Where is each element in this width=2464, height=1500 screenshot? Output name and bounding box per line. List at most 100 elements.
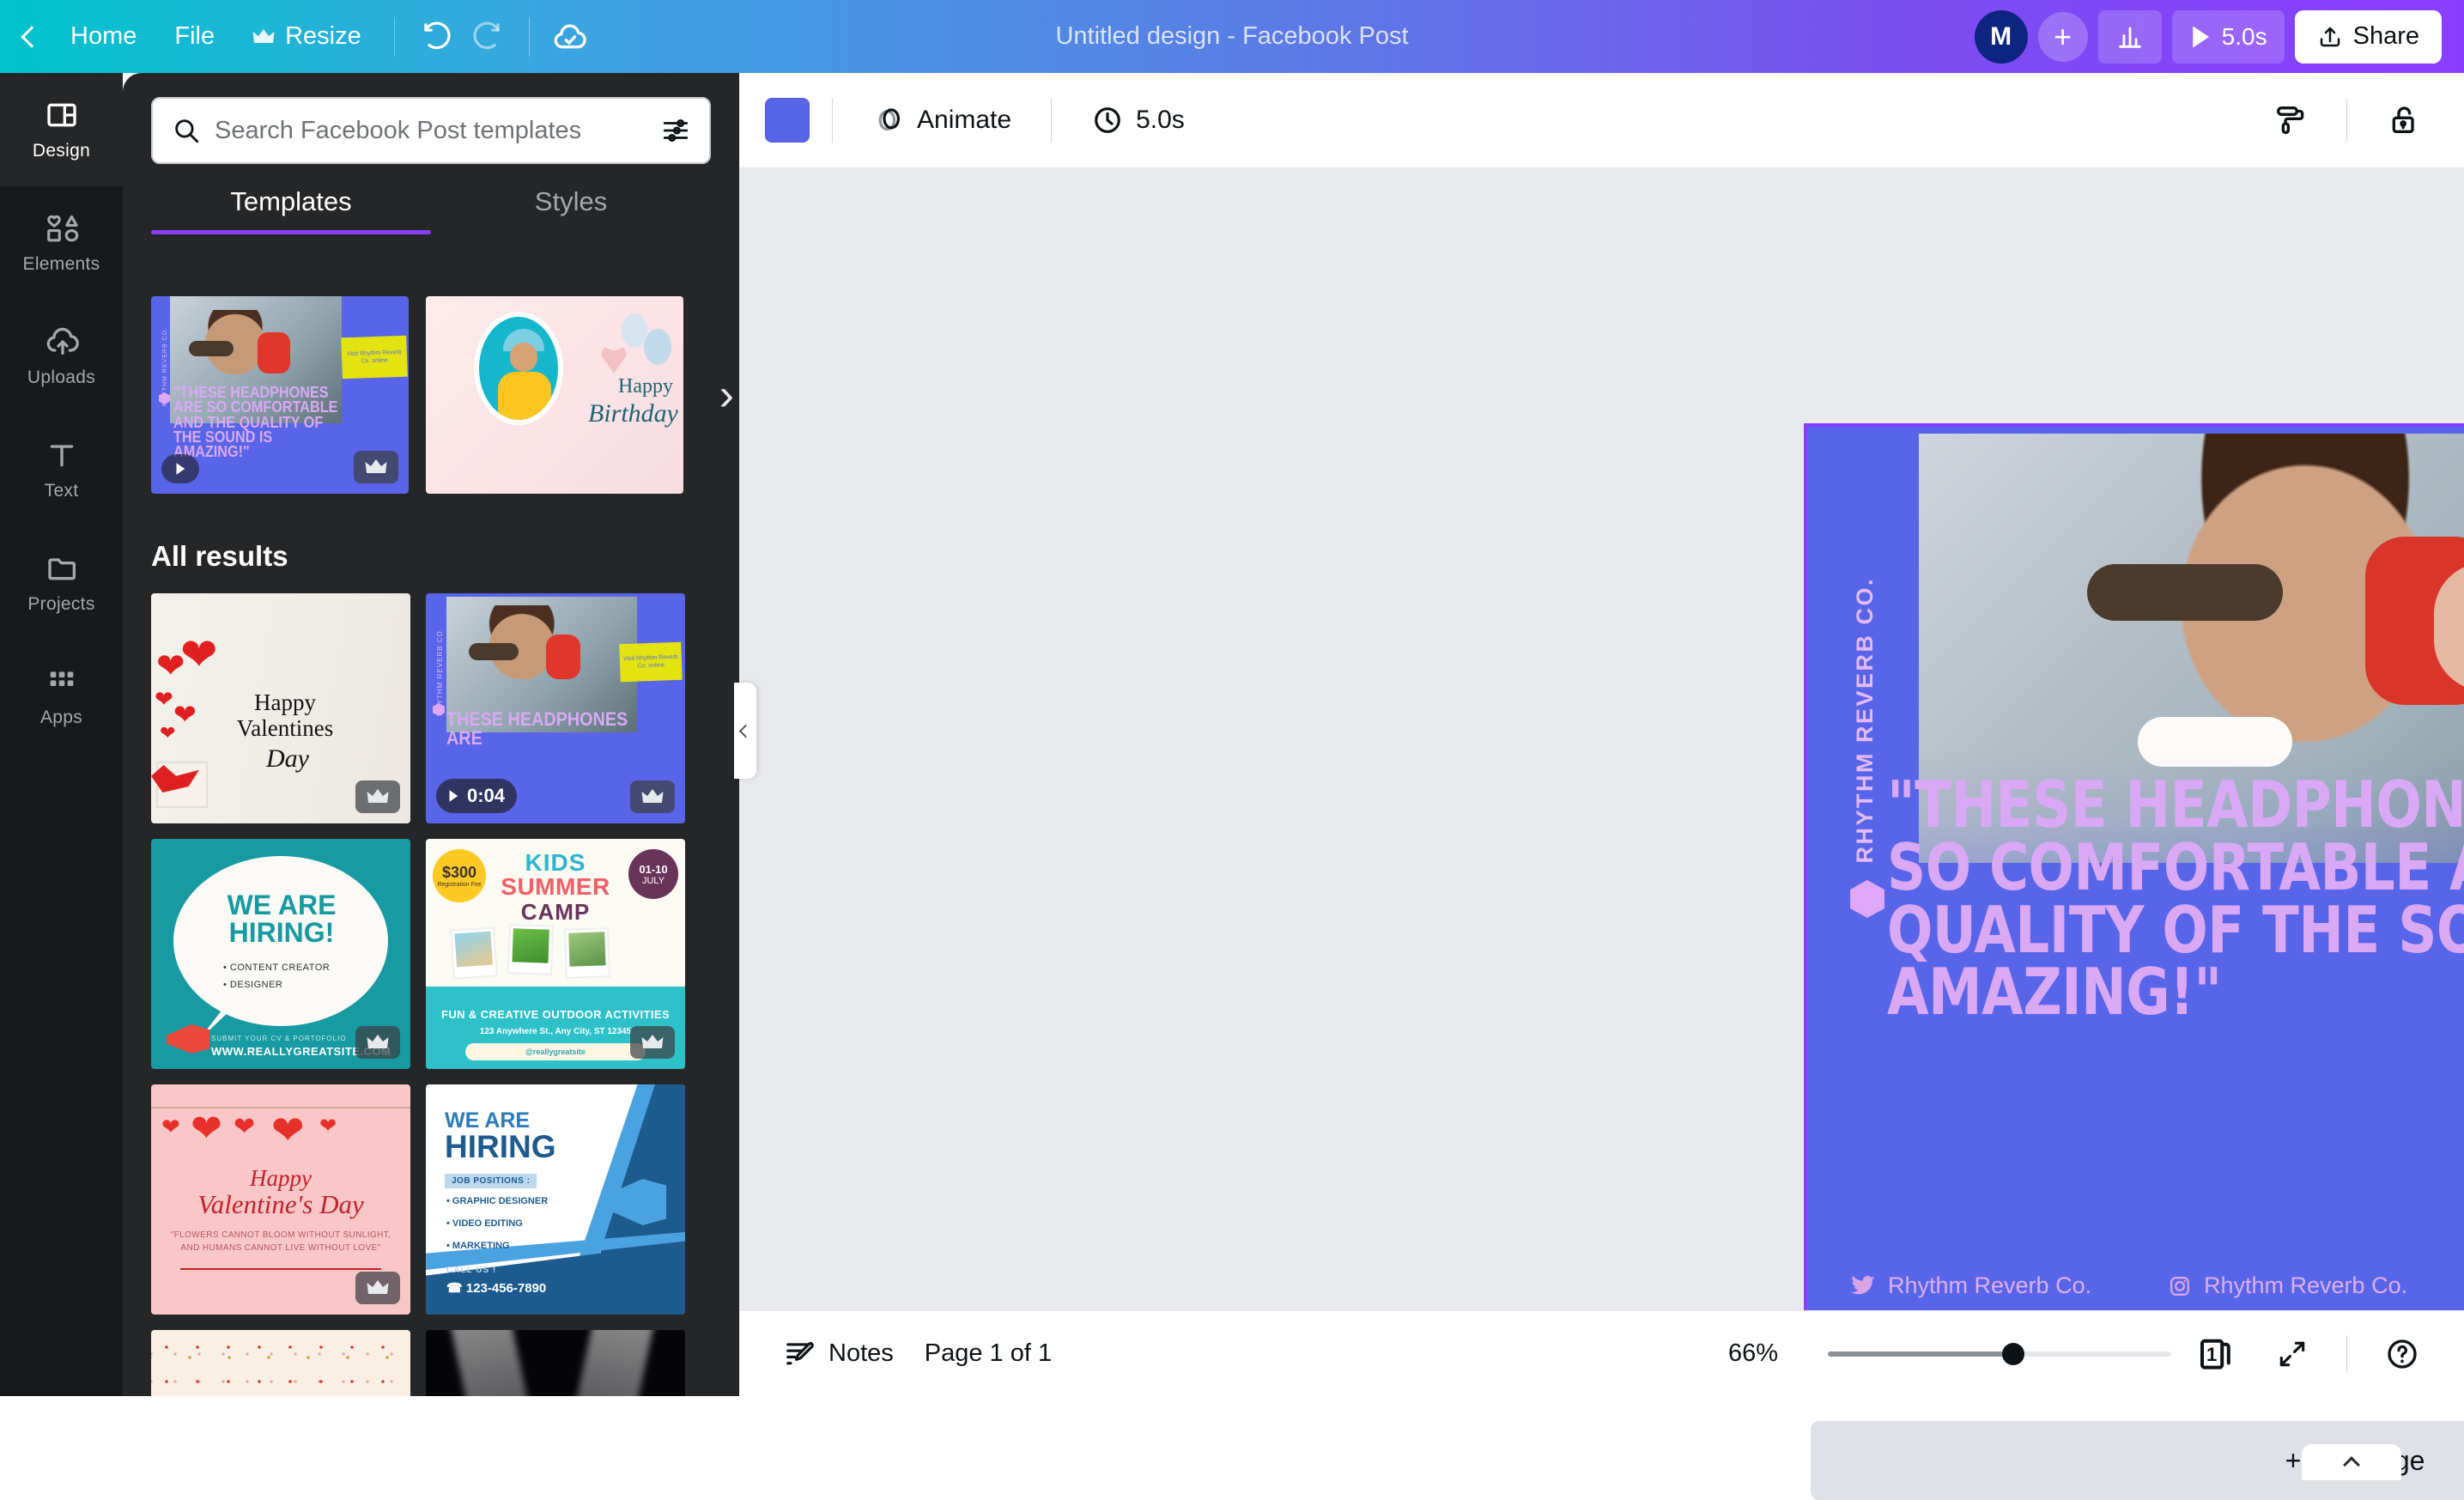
duration-button[interactable]: 5.0s: [1074, 91, 1202, 149]
sidebar-item-apps[interactable]: Apps: [0, 640, 123, 753]
share-button[interactable]: Share: [2295, 10, 2442, 64]
sidebar-item-text[interactable]: Text: [0, 413, 123, 526]
template-card-headphones-video[interactable]: RHYTHM REVERB CO. Visit Rhythm Reverb Co…: [151, 296, 409, 494]
upload-icon: [2317, 24, 2343, 50]
resize-button[interactable]: Resize: [234, 10, 380, 64]
zoom-slider-fill: [1828, 1351, 2013, 1357]
template-card-hiring-teal[interactable]: WE ARE HIRING! • CONTENT CREATOR • DESIG…: [151, 839, 410, 1069]
card-footer1: CALL US !: [446, 1266, 496, 1275]
zoom-slider[interactable]: [1828, 1351, 2171, 1357]
notes-button[interactable]: Notes: [768, 1327, 909, 1382]
help-button[interactable]: [2370, 1327, 2435, 1382]
template-card-headphones-004[interactable]: RHYTHM REVERB CO. Visit Rhythm Reverb Co…: [426, 593, 685, 823]
home-button[interactable]: Home: [52, 10, 155, 64]
present-button[interactable]: 5.0s: [2172, 10, 2285, 64]
lock-button[interactable]: [2370, 91, 2438, 149]
templates-panel: Templates Styles RHYTHM REVERB CO. Visit…: [123, 73, 739, 1396]
timer-icon: [1091, 104, 1124, 137]
chevron-up-icon: [2343, 1456, 2360, 1473]
avatar[interactable]: M: [1975, 10, 2028, 64]
card-line3: CAMP: [426, 899, 685, 926]
collapse-panel-button[interactable]: [734, 683, 756, 779]
page-manager-button[interactable]: 1: [2194, 1332, 2238, 1376]
tab-styles[interactable]: Styles: [431, 186, 711, 234]
fullscreen-button[interactable]: [2261, 1327, 2324, 1382]
crown-icon: [252, 28, 275, 46]
card-footer1: SUBMIT YOUR CV & PORTOFOLIO: [211, 1035, 347, 1042]
divider: [832, 98, 833, 143]
carousel-next-button[interactable]: ›: [719, 373, 734, 417]
sidebar-item-label: Text: [45, 481, 79, 501]
paint-roller-button[interactable]: [2255, 91, 2324, 149]
social-handle: Rhythm Reverb Co.: [1888, 1272, 2091, 1299]
results-grid: ❤ ❤ ❤ ❤ ❤ Happy Valentines Day: [123, 573, 739, 1396]
design-headline-text[interactable]: "THESE HEADPHONES ARE SO COMFORTABLE AND…: [1887, 774, 2464, 1023]
social-twitter: Rhythm Reverb Co.: [1850, 1272, 2168, 1299]
editor-area: Animate 5.0s: [739, 73, 2464, 1396]
template-card-valentines-confetti[interactable]: HAPPY Valentine's Day: [151, 1330, 410, 1396]
card-line2: HIRING!: [208, 920, 355, 945]
template-card-hiring-blue[interactable]: WE ARE HIRING JOB POSITIONS : • GRAPHIC …: [426, 1084, 685, 1315]
search-input[interactable]: [215, 117, 647, 145]
card-line2: Valentines: [199, 715, 371, 742]
filter-sliders-icon[interactable]: [661, 116, 690, 145]
template-card-opening-spotlight[interactable]: WHATS NEW? OPENING: [426, 1330, 685, 1396]
premium-crown-badge: [630, 780, 675, 813]
back-button[interactable]: [24, 10, 52, 64]
sidebar-item-projects[interactable]: Projects: [0, 526, 123, 640]
card-brand-label: RHYTHM REVERB CO.: [436, 628, 444, 716]
social-instagram: Rhythm Reverb Co.: [2168, 1272, 2464, 1299]
design-icon: [45, 98, 79, 132]
add-collaborator-button[interactable]: +: [2038, 12, 2088, 62]
paint-roller-icon: [2273, 103, 2307, 137]
redo-button[interactable]: [462, 10, 515, 64]
card-line2: Valentine's Day: [151, 1189, 410, 1220]
sidebar-item-design[interactable]: Design: [0, 73, 123, 186]
tab-templates[interactable]: Templates: [151, 186, 431, 234]
template-card-happy-birthday[interactable]: Happy Birthday: [426, 296, 683, 494]
design-social-row: Rhythm Reverb Co. Rhythm Reverb Co. Rhyt…: [1850, 1272, 2464, 1299]
canvas-area[interactable]: RHYTHM REVERB CO. Visit Rhythm Reverb Co…: [739, 167, 2464, 1310]
premium-crown-badge: [355, 1026, 400, 1059]
fullscreen-icon: [2276, 1338, 2309, 1370]
design-brand-vertical-label: RHYTHM REVERB CO.: [1852, 577, 1878, 864]
duration-label: 5.0s: [1136, 106, 1185, 135]
chevron-left-icon: [738, 724, 752, 738]
template-card-valentines-pink[interactable]: ❤ ❤ ❤ ❤ ❤ Happy Valentine's Day "FLOWERS…: [151, 1084, 410, 1315]
sidebar-item-elements[interactable]: Elements: [0, 186, 123, 300]
text-icon: [45, 438, 79, 472]
undo-button[interactable]: [409, 10, 462, 64]
card-line1: Happy: [151, 1165, 410, 1192]
page-indicator[interactable]: Page 1 of 1: [909, 1327, 1067, 1382]
card-line2: HIRING: [445, 1129, 556, 1165]
animate-label: Animate: [917, 106, 1011, 135]
sidebar-item-uploads[interactable]: Uploads: [0, 300, 123, 413]
card-sticker: Visit Rhythm Reverb Co. online: [341, 336, 408, 380]
cloud-saved-button[interactable]: [543, 10, 597, 64]
top-bar-right-group: M + 5.0s Share: [1975, 10, 2464, 64]
play-badge[interactable]: [161, 454, 199, 483]
insights-button[interactable]: [2098, 10, 2162, 64]
insights-icon: [2115, 22, 2145, 52]
sidebar-item-label: Projects: [27, 594, 94, 615]
premium-crown-badge: [354, 451, 398, 483]
card-line1: Happy: [199, 689, 371, 715]
video-duration-badge[interactable]: 0:04: [436, 779, 517, 813]
instagram-icon: [2168, 1274, 2192, 1298]
file-menu-button[interactable]: File: [155, 10, 234, 64]
animate-button[interactable]: Animate: [855, 91, 1029, 149]
template-card-summer-camp[interactable]: $300 Registration Fee 01-10 JULY KIDS SU…: [426, 839, 685, 1069]
twitter-icon: [1850, 1275, 1876, 1297]
card-label: JOB POSITIONS :: [445, 1174, 537, 1188]
design-canvas-page[interactable]: RHYTHM REVERB CO. Visit Rhythm Reverb Co…: [1804, 423, 2464, 1335]
top-bar: Home File Resize Untitled design - Faceb…: [0, 0, 2464, 73]
premium-crown-badge: [355, 780, 400, 813]
page-manager-handle[interactable]: [2302, 1444, 2401, 1480]
design-title[interactable]: Untitled design - Facebook Post: [1055, 22, 1408, 51]
elements-icon: [45, 211, 79, 246]
search-box[interactable]: [151, 97, 711, 164]
page-color-swatch[interactable]: [765, 98, 810, 143]
card-quote: "FLOWERS CANNOT BLOOM WITHOUT SUNLIGHT, …: [168, 1229, 393, 1254]
template-card-valentines-wood[interactable]: ❤ ❤ ❤ ❤ ❤ Happy Valentines Day: [151, 593, 410, 823]
zoom-slider-knob[interactable]: [2002, 1343, 2024, 1365]
